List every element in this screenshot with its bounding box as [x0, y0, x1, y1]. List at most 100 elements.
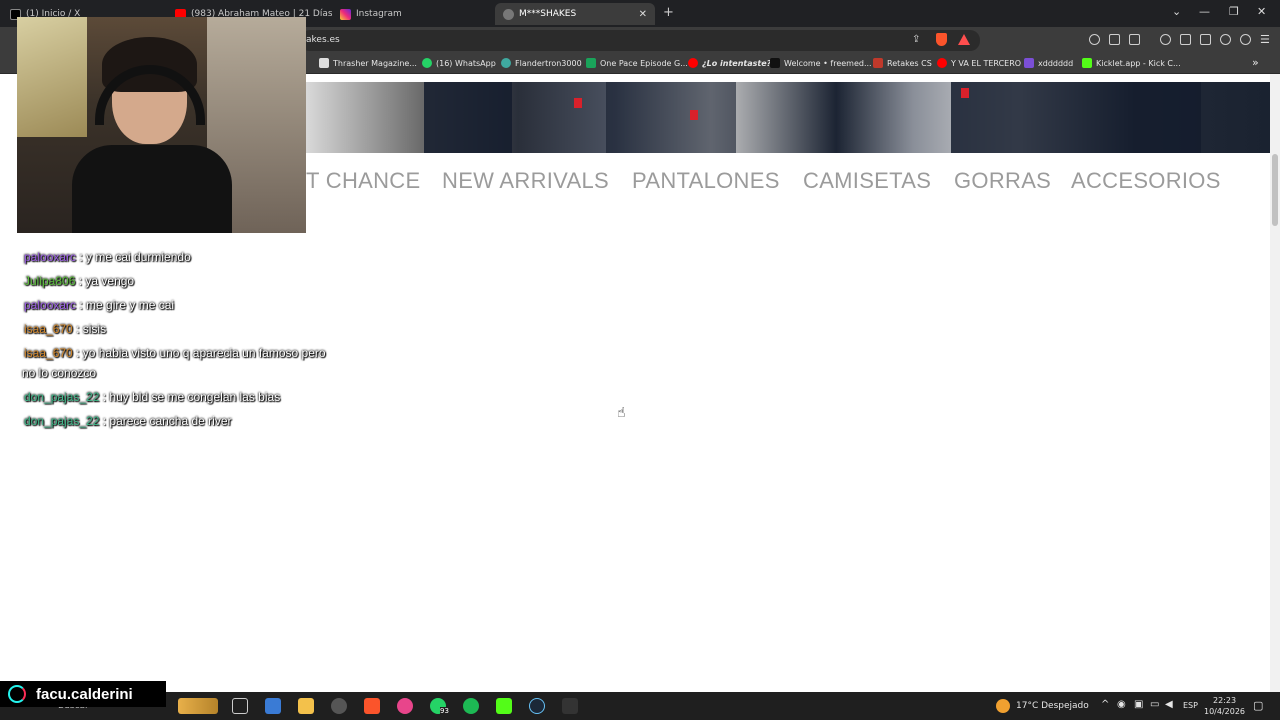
nav-gorras[interactable]: GORRAS — [954, 168, 1051, 194]
streamer-body — [72, 145, 232, 233]
wall-poster — [17, 17, 87, 137]
chat-username: isaa_670 — [24, 346, 73, 360]
tray-record-icon[interactable]: ◉ — [1117, 699, 1126, 710]
file-explorer-icon[interactable] — [298, 698, 314, 714]
instagram-icon — [340, 8, 351, 20]
obs-icon[interactable] — [331, 698, 347, 714]
volume-icon[interactable]: ◀ — [1165, 699, 1173, 710]
bookmark-onepace[interactable]: One Pace Episode G... — [586, 58, 688, 68]
bookmark-y-va-el-tercero[interactable]: Y VA EL TERCERO — [937, 58, 1021, 68]
banner-jeans-image — [424, 82, 512, 153]
nav-pantalones[interactable]: PANTALONES — [632, 168, 780, 194]
bookmark-label: (16) WhatsApp — [436, 58, 496, 68]
microsoft-store-icon[interactable] — [265, 698, 281, 714]
media-icon[interactable] — [1129, 34, 1140, 45]
scrollbar-thumb[interactable] — [1272, 154, 1278, 226]
language-indicator[interactable]: ESP — [1183, 701, 1198, 710]
page-scrollbar[interactable] — [1270, 74, 1280, 692]
kick-icon[interactable] — [496, 698, 512, 714]
nav-last-chance[interactable]: T CHANCE — [306, 168, 420, 194]
pink-app-icon[interactable] — [397, 698, 413, 714]
youtube-icon — [688, 58, 698, 68]
chat-text: : parece cancha de river — [102, 414, 232, 428]
chat-message: don_pajas_22 : parece cancha de river — [24, 414, 232, 428]
brave-shield-icon[interactable] — [936, 33, 947, 46]
banner-red-tag — [574, 98, 582, 108]
bookmark-thrasher[interactable]: Thrasher Magazine... — [319, 58, 417, 68]
bookmark-whatsapp[interactable]: (16) WhatsApp — [422, 58, 496, 68]
tiktok-logo-icon — [8, 685, 26, 703]
chat-username: don_pajas_22 — [24, 414, 100, 428]
chat-message: isaa_670 : sisis — [24, 322, 106, 336]
bookmark-kicklet[interactable]: Kicklet.app - Kick C... — [1082, 58, 1181, 68]
windows-taskbar: Buscar 93 17°C Despejado ^ ◉ ▣ ▭ ◀ ESP 2… — [0, 692, 1280, 720]
tray-chevron-icon[interactable]: ^ — [1101, 699, 1109, 710]
hand-cursor-icon: ☝ — [617, 405, 626, 421]
tab-mshakes[interactable]: M***SHAKES ✕ — [495, 3, 655, 25]
tiktok-handle: facu.calderini — [36, 685, 133, 703]
system-clock[interactable]: 22:23 10/4/2026 — [1204, 695, 1245, 717]
bookmark-label: Flandertron3000 — [515, 58, 582, 68]
flandertron-icon — [501, 58, 511, 68]
menu-icon[interactable]: ☰ — [1260, 33, 1270, 46]
bookmark-xdddddd[interactable]: xdddddd — [1024, 58, 1073, 68]
taskbar-widget-icon[interactable] — [178, 698, 218, 714]
youtube-icon — [937, 58, 947, 68]
new-tab-button[interactable]: + — [663, 5, 674, 20]
epic-games-icon[interactable] — [562, 698, 578, 714]
nav-new-arrivals[interactable]: NEW ARRIVALS — [442, 168, 609, 194]
bookmark-flandertron[interactable]: Flandertron3000 — [501, 58, 582, 68]
task-view-icon[interactable] — [232, 698, 248, 714]
sidebar-icon[interactable] — [1180, 34, 1191, 45]
tab-instagram[interactable]: Instagram — [332, 3, 492, 25]
wallet-icon[interactable] — [1200, 34, 1211, 45]
bookmarks-overflow-button[interactable]: » — [1252, 56, 1259, 69]
bookmark-label: Welcome • freemed... — [784, 58, 872, 68]
weather-text[interactable]: 17°C Despejado — [1016, 701, 1089, 711]
bookmark-freemed[interactable]: Welcome • freemed... — [770, 58, 872, 68]
chat-text: : yo habia visto uno q aparecia un famos… — [76, 346, 326, 360]
weather-icon[interactable] — [996, 699, 1010, 713]
brave-rewards-icon[interactable] — [958, 34, 970, 45]
url-bar[interactable]: akes.es — [300, 30, 980, 51]
leo-ai-icon[interactable] — [1220, 34, 1231, 45]
bookmark-label: xdddddd — [1038, 58, 1074, 68]
minimize-button[interactable]: — — [1199, 5, 1210, 18]
bookmark-lo-intentaste[interactable]: ¿Lo intentaste? — [688, 58, 771, 68]
clock-date: 10/4/2026 — [1204, 707, 1246, 716]
bookmark-label: Thrasher Magazine... — [333, 58, 417, 68]
url-text: akes.es — [306, 35, 340, 45]
whatsapp-badge: 93 — [440, 707, 449, 715]
chat-username: isaa_670 — [24, 322, 73, 336]
tiktok-watermark: facu.calderini — [0, 681, 166, 707]
chat-text: : me gire y me cai — [79, 298, 175, 312]
music-icon[interactable] — [1160, 34, 1171, 45]
banner-red-tag — [961, 88, 969, 98]
steam-icon[interactable] — [529, 698, 545, 714]
network-icon[interactable]: ▭ — [1150, 699, 1159, 710]
whatsapp-icon — [422, 58, 432, 68]
nav-accesorios[interactable]: ACCESORIOS — [1071, 168, 1221, 194]
tab-label: Instagram — [356, 9, 402, 19]
kicklet-icon — [1082, 58, 1092, 68]
notifications-icon[interactable]: ▢ — [1253, 699, 1263, 712]
brave-browser-icon[interactable] — [364, 698, 380, 714]
bookmark-retakes[interactable]: Retakes CS — [873, 58, 932, 68]
hero-banner-image — [306, 82, 1270, 153]
tab-label: M***SHAKES — [519, 9, 577, 19]
nav-camisetas[interactable]: CAMISETAS — [803, 168, 931, 194]
share-icon[interactable]: ⇪ — [912, 34, 920, 45]
bookmark-label: ¿Lo intentaste? — [702, 58, 772, 68]
chat-username: palooxarc — [24, 298, 77, 312]
close-tab-icon[interactable]: ✕ — [639, 9, 647, 20]
vpn-icon[interactable] — [1089, 34, 1100, 45]
tab-search-icon[interactable]: ⌄ — [1172, 5, 1181, 18]
webcam-overlay — [17, 17, 306, 233]
shield-settings-icon[interactable] — [1240, 34, 1251, 45]
close-window-button[interactable]: ✕ — [1257, 5, 1266, 18]
spotify-icon[interactable] — [463, 698, 479, 714]
extensions-icon[interactable] — [1109, 34, 1120, 45]
tray-app-icon[interactable]: ▣ — [1134, 699, 1143, 710]
maximize-button[interactable]: ❐ — [1229, 5, 1239, 18]
chat-message: palooxarc : me gire y me cai — [24, 298, 174, 312]
